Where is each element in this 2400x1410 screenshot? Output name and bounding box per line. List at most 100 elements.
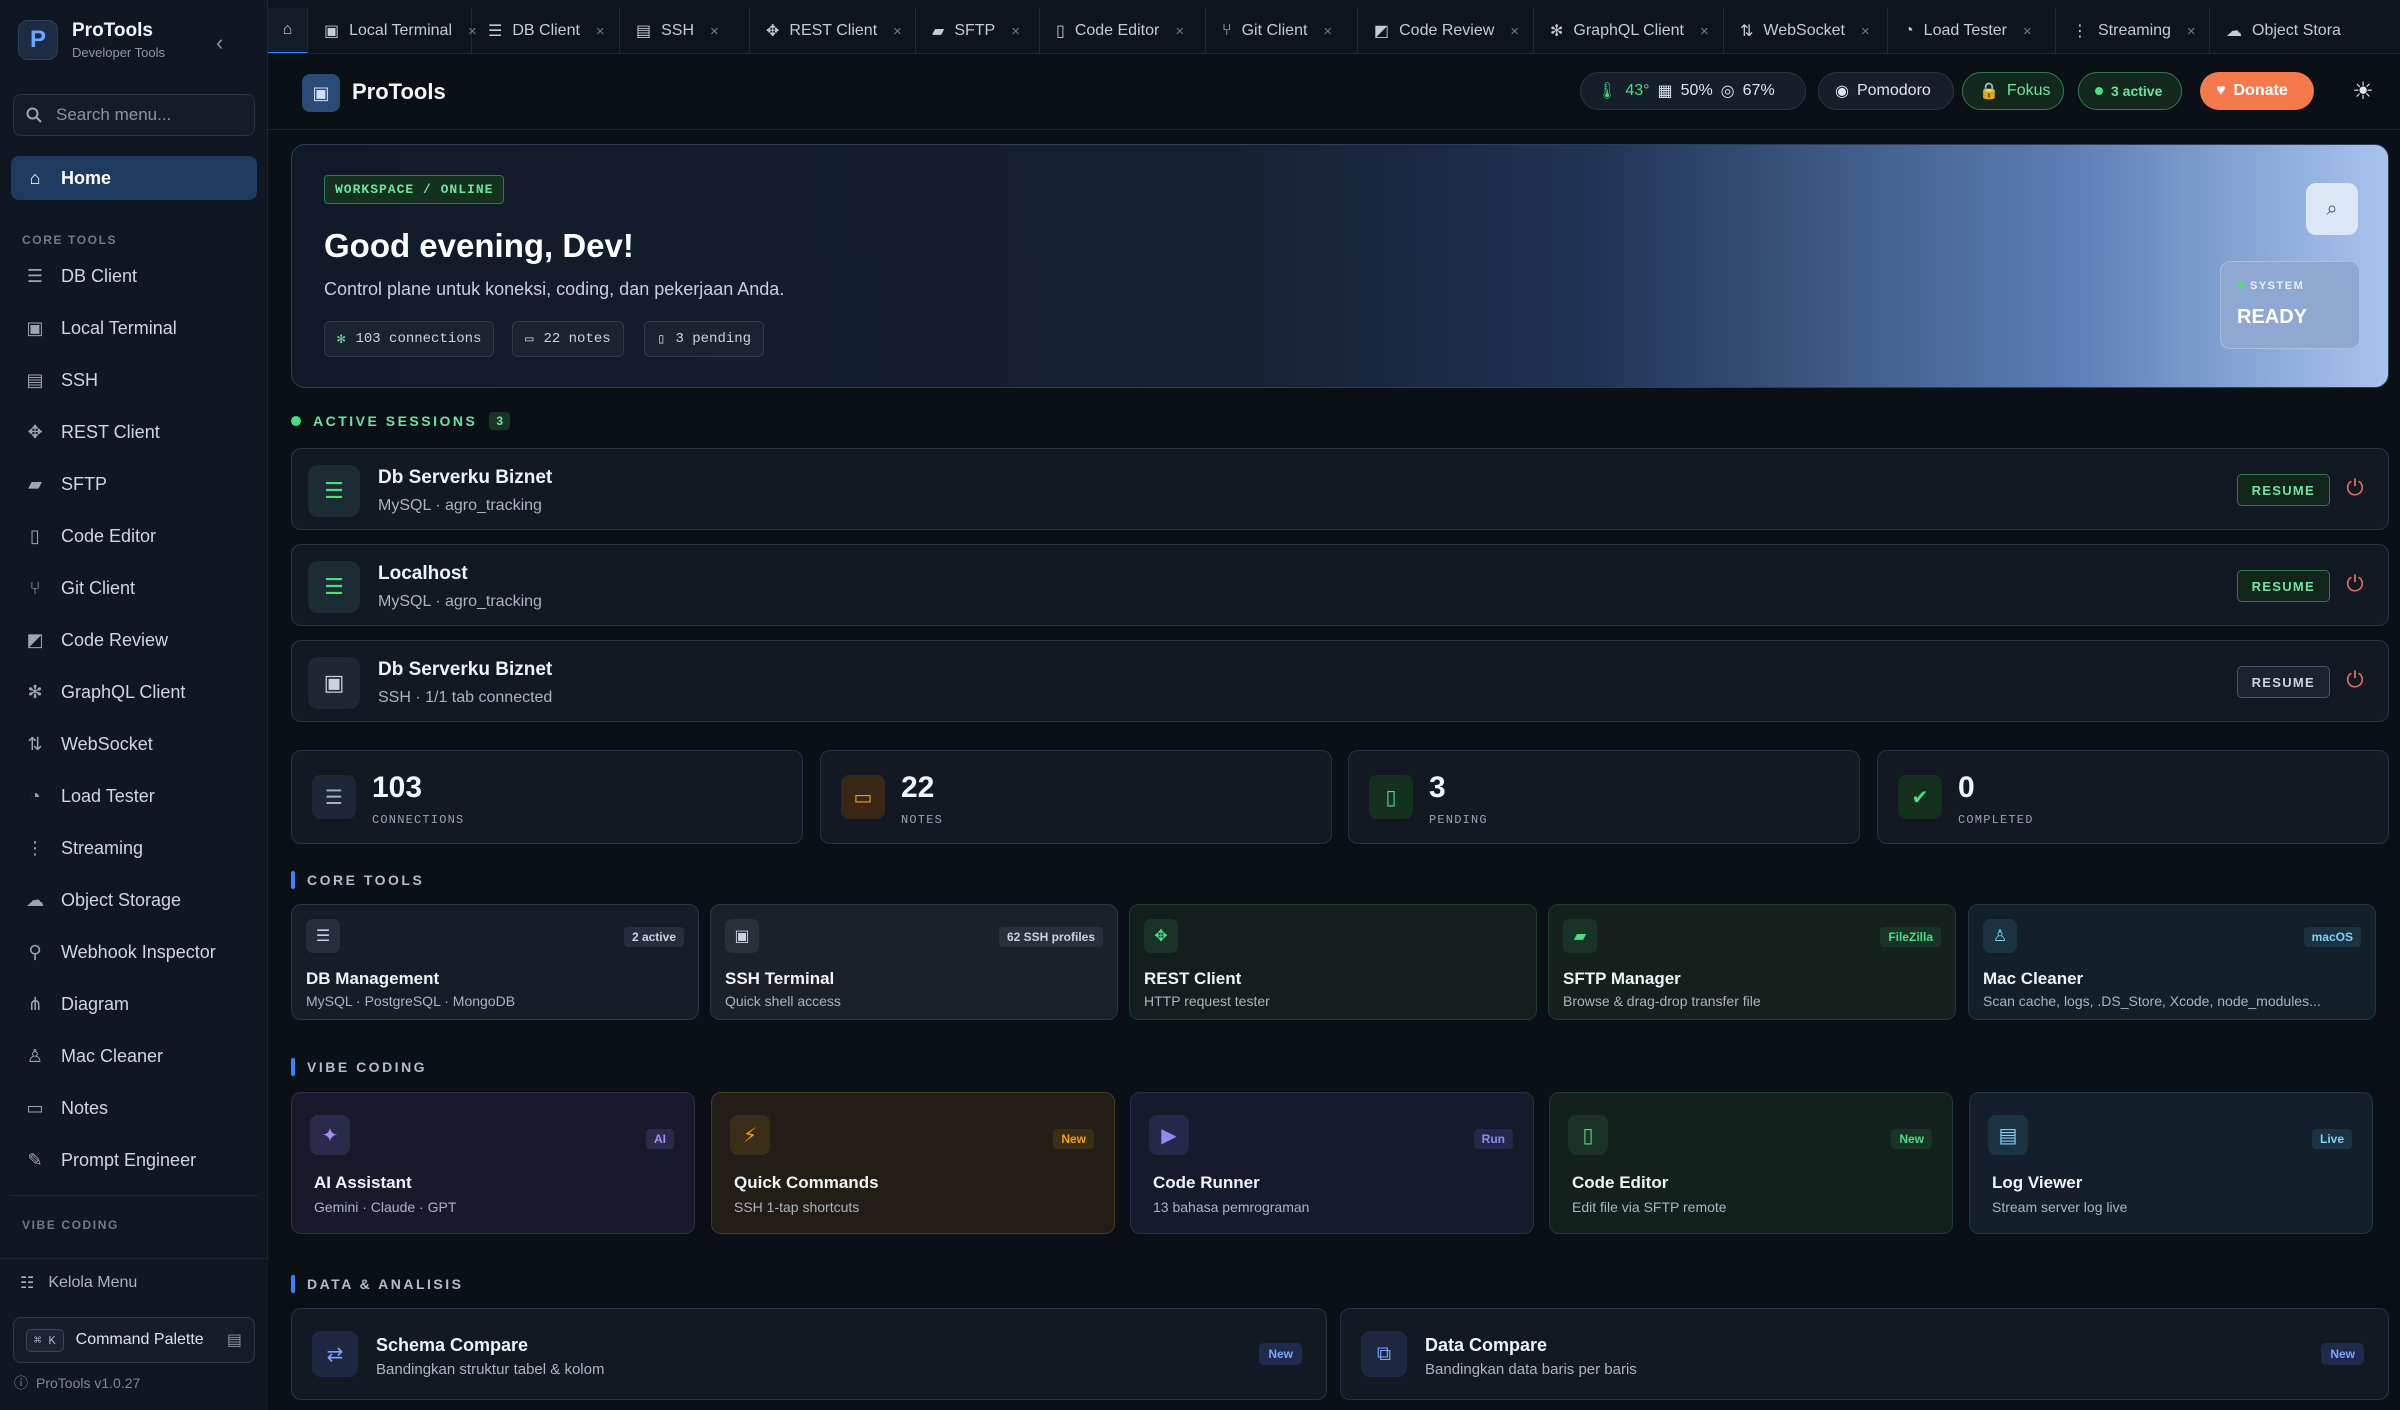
stat-pending[interactable]: ▯ 3 PENDING: [1348, 750, 1860, 844]
sidebar-item-webhook-inspector[interactable]: ⚲ Webhook Inspector: [11, 930, 257, 974]
vibe-card-code-editor[interactable]: ▯ New Code Editor Edit file via SFTP rem…: [1549, 1092, 1953, 1234]
vibe-card-ai-assistant[interactable]: ✦ AI AI Assistant Gemini · Claude · GPT: [291, 1092, 695, 1234]
card-title: AI Assistant: [314, 1173, 412, 1192]
vibe-card-quick-commands[interactable]: ⚡ New Quick Commands SSH 1-tap shortcuts: [711, 1092, 1115, 1234]
session-subtitle: MySQL · agro_tracking: [378, 497, 542, 514]
tab-db-client[interactable]: ☰ DB Client ×: [472, 8, 620, 53]
tab-load-tester[interactable]: ◔ Load Tester ×: [1888, 8, 2056, 53]
close-icon[interactable]: ×: [2187, 23, 2196, 40]
tab-websocket[interactable]: ⇅ WebSocket ×: [1724, 8, 1888, 53]
tool-card-db-management[interactable]: ☰ 2 active DB Management MySQL · Postgre…: [291, 904, 699, 1020]
close-icon[interactable]: ×: [1011, 23, 1020, 40]
stat-value: 22: [901, 771, 935, 804]
sidebar-item-streaming[interactable]: ⋮ Streaming: [11, 826, 257, 870]
brand[interactable]: P ProTools Developer Tools: [18, 20, 165, 60]
stat-connections[interactable]: ☰ 103 CONNECTIONS: [291, 750, 803, 844]
sidebar-item-db-client[interactable]: ☰ DB Client: [11, 254, 257, 298]
sidebar-item-code-review[interactable]: ◩ Code Review: [11, 618, 257, 662]
resume-button[interactable]: RESUME: [2236, 570, 2330, 602]
sidebar-item-label: REST Client: [61, 421, 160, 442]
manage-menu-button[interactable]: ☷ Kelola Menu: [20, 1273, 137, 1293]
sidebar-item-rest-client[interactable]: ✥ REST Client: [11, 410, 257, 454]
section-title: VIBE CODING: [307, 1059, 428, 1075]
tool-card-sftp-manager[interactable]: ▰ FileZilla SFTP Manager Browse & drag-d…: [1548, 904, 1956, 1020]
close-icon[interactable]: ×: [1510, 23, 1519, 40]
sidebar-item-load-tester[interactable]: ◔ Load Tester: [11, 774, 257, 818]
sidebar-item-object-storage[interactable]: ☁ Object Storage: [11, 878, 257, 922]
command-palette-button[interactable]: ⌘ K Command Palette ▤: [13, 1317, 255, 1363]
theme-toggle-sun-icon[interactable]: ☀: [2346, 74, 2380, 108]
tab-sftp[interactable]: ▰ SFTP ×: [916, 8, 1040, 53]
session-card[interactable]: ☰ Localhost MySQL · agro_tracking RESUME…: [291, 544, 2389, 626]
folder-icon: ▰: [1563, 919, 1597, 953]
sidebar-item-sftp[interactable]: ▰ SFTP: [11, 462, 257, 506]
tab-label: DB Client: [512, 22, 580, 39]
close-icon[interactable]: ×: [1700, 23, 1709, 40]
power-icon[interactable]: ⏻: [2342, 475, 2368, 501]
pomodoro-button[interactable]: ◉ Pomodoro: [1818, 72, 1954, 110]
tab-object-storage[interactable]: ☁ Object Stora: [2210, 8, 2400, 53]
tab-home[interactable]: ⌂: [268, 8, 308, 53]
chip-notes[interactable]: ▭ 22 notes: [512, 321, 624, 357]
close-icon[interactable]: ×: [1861, 23, 1870, 40]
session-card[interactable]: ▣ Db Serverku Biznet SSH · 1/1 tab conne…: [291, 640, 2389, 722]
chip-connections[interactable]: ✻ 103 connections: [324, 321, 495, 357]
sidebar-item-graphql-client[interactable]: ✻ GraphQL Client: [11, 670, 257, 714]
sidebar-item-local-terminal[interactable]: ▣ Local Terminal: [11, 306, 257, 350]
sidebar-item-websocket[interactable]: ⇅ WebSocket: [11, 722, 257, 766]
tab-ssh[interactable]: ▤ SSH ×: [620, 8, 750, 53]
sidebar-item-notes[interactable]: ▭ Notes: [11, 1086, 257, 1130]
donate-button[interactable]: ♥ Donate: [2200, 72, 2314, 110]
data-card-schema-compare[interactable]: ⇄ Schema Compare Bandingkan struktur tab…: [291, 1308, 1327, 1400]
search-input[interactable]: [56, 105, 236, 125]
git-icon: ⑂: [29, 577, 41, 598]
tab-code-review[interactable]: ◩ Code Review ×: [1358, 8, 1534, 53]
sidebar-item-label: GraphQL Client: [61, 681, 186, 702]
sparkles-icon: ✦: [310, 1115, 350, 1155]
sidebar-item-prompt-engineer[interactable]: ✎ Prompt Engineer: [11, 1138, 257, 1182]
sidebar-search[interactable]: [13, 94, 255, 136]
data-card-data-compare[interactable]: ⧉ Data Compare Bandingkan data baris per…: [1340, 1308, 2389, 1400]
tool-card-rest-client[interactable]: ✥ REST Client HTTP request tester: [1129, 904, 1537, 1020]
tab-code-editor[interactable]: ▯ Code Editor ×: [1040, 8, 1206, 53]
sidebar-item-ssh[interactable]: ▤ SSH: [11, 358, 257, 402]
graphql-icon: ✻: [1550, 23, 1564, 40]
close-icon[interactable]: ×: [893, 23, 902, 40]
chip-pending[interactable]: ▯ 3 pending: [644, 321, 765, 357]
vibe-card-code-runner[interactable]: ▶ Run Code Runner 13 bahasa pemrograman: [1130, 1092, 1534, 1234]
search-icon[interactable]: ⌕: [2306, 183, 2358, 235]
close-icon[interactable]: ×: [710, 23, 719, 40]
tab-label: Git Client: [1241, 22, 1308, 39]
sidebar-item-mac-cleaner[interactable]: ♙ Mac Cleaner: [11, 1034, 257, 1078]
close-icon[interactable]: ×: [1323, 23, 1332, 40]
close-icon[interactable]: ×: [1175, 23, 1184, 40]
power-icon[interactable]: ⏻: [2342, 571, 2368, 597]
sidebar-item-home[interactable]: ⌂ Home: [11, 156, 257, 200]
tab-rest-client[interactable]: ✥ REST Client ×: [750, 8, 916, 53]
card-tag: New: [1259, 1343, 1302, 1365]
collapse-sidebar-icon[interactable]: ‹: [216, 30, 223, 56]
tool-card-mac-cleaner[interactable]: ♙ macOS Mac Cleaner Scan cache, logs, .D…: [1968, 904, 2376, 1020]
active-sessions-badge[interactable]: 3 active: [2078, 72, 2182, 110]
sidebar-item-code-editor[interactable]: ▯ Code Editor: [11, 514, 257, 558]
stat-completed[interactable]: ✔ 0 COMPLETED: [1877, 750, 2389, 844]
close-icon[interactable]: ×: [2023, 23, 2032, 40]
stat-notes[interactable]: ▭ 22 NOTES: [820, 750, 1332, 844]
tab-graphql-client[interactable]: ✻ GraphQL Client ×: [1534, 8, 1724, 53]
resume-button[interactable]: RESUME: [2236, 474, 2330, 506]
tab-streaming[interactable]: ⋮ Streaming ×: [2056, 8, 2210, 53]
card-tag: macOS: [2303, 927, 2361, 947]
card-subtitle: Gemini · Claude · GPT: [314, 1199, 457, 1215]
tab-git-client[interactable]: ⑂ Git Client ×: [1206, 8, 1358, 53]
close-icon[interactable]: ×: [596, 23, 605, 40]
session-card[interactable]: ☰ Db Serverku Biznet MySQL · agro_tracki…: [291, 448, 2389, 530]
resume-button[interactable]: RESUME: [2236, 666, 2330, 698]
sidebar-item-git-client[interactable]: ⑂ Git Client: [11, 566, 257, 610]
tab-local-terminal[interactable]: ▣ Local Terminal ×: [308, 8, 477, 53]
focus-button[interactable]: 🔒 Fokus: [1962, 72, 2064, 110]
sidebar-item-diagram[interactable]: ⋔ Diagram: [11, 982, 257, 1026]
wand-icon: ✎: [27, 1149, 43, 1170]
vibe-card-log-viewer[interactable]: ▤ Live Log Viewer Stream server log live: [1969, 1092, 2373, 1234]
tool-card-ssh-terminal[interactable]: ▣ 62 SSH profiles SSH Terminal Quick she…: [710, 904, 1118, 1020]
power-icon[interactable]: ⏻: [2342, 667, 2368, 693]
